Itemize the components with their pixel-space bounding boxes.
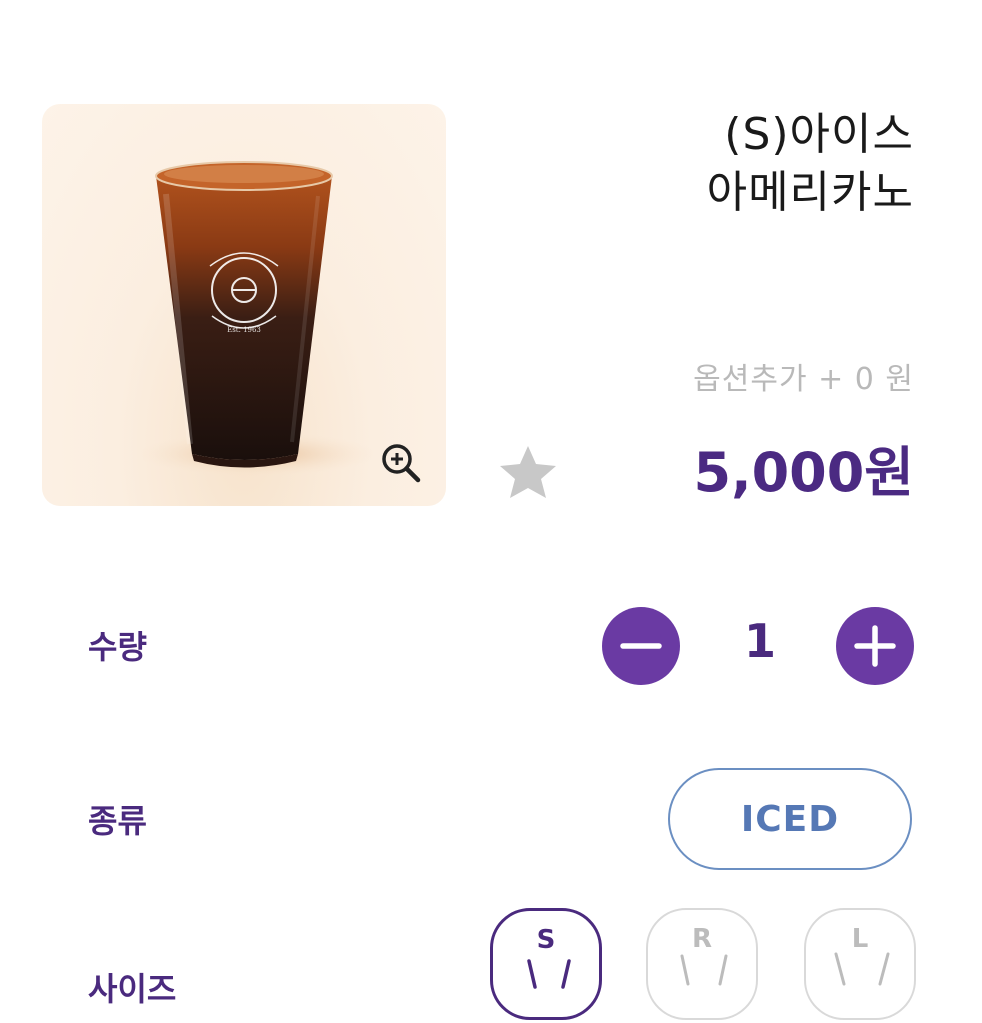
svg-text:Est. 1963: Est. 1963 bbox=[227, 326, 261, 334]
product-title-line1: (S)아이스 bbox=[724, 109, 914, 160]
quantity-increase-button[interactable] bbox=[836, 607, 914, 685]
type-iced-button[interactable]: ICED bbox=[668, 768, 912, 870]
star-icon bbox=[500, 446, 556, 498]
zoom-button[interactable] bbox=[378, 440, 424, 486]
quantity-value: 1 bbox=[743, 614, 776, 668]
product-title: (S)아이스 아메리카노 bbox=[707, 106, 914, 222]
size-r-button[interactable]: R bbox=[646, 908, 758, 1020]
size-l-button[interactable]: L bbox=[804, 908, 916, 1020]
size-l-letter: L bbox=[851, 924, 869, 954]
option-extra-price: 옵션추가 + 0 원 bbox=[693, 362, 914, 397]
size-s-letter: S bbox=[536, 925, 556, 955]
type-label: 종류 bbox=[88, 802, 147, 840]
minus-icon bbox=[620, 643, 662, 649]
size-label: 사이즈 bbox=[88, 970, 177, 1008]
quantity-label: 수량 bbox=[88, 628, 147, 666]
size-r-letter: R bbox=[691, 924, 713, 954]
quantity-decrease-button[interactable] bbox=[602, 607, 680, 685]
size-s-button[interactable]: S bbox=[490, 908, 602, 1020]
product-title-line2: 아메리카노 bbox=[706, 167, 914, 218]
plus-icon bbox=[854, 625, 896, 667]
zoom-in-icon bbox=[382, 444, 421, 483]
product-price: 5,000원 bbox=[693, 441, 915, 504]
favorite-button[interactable] bbox=[496, 442, 560, 502]
